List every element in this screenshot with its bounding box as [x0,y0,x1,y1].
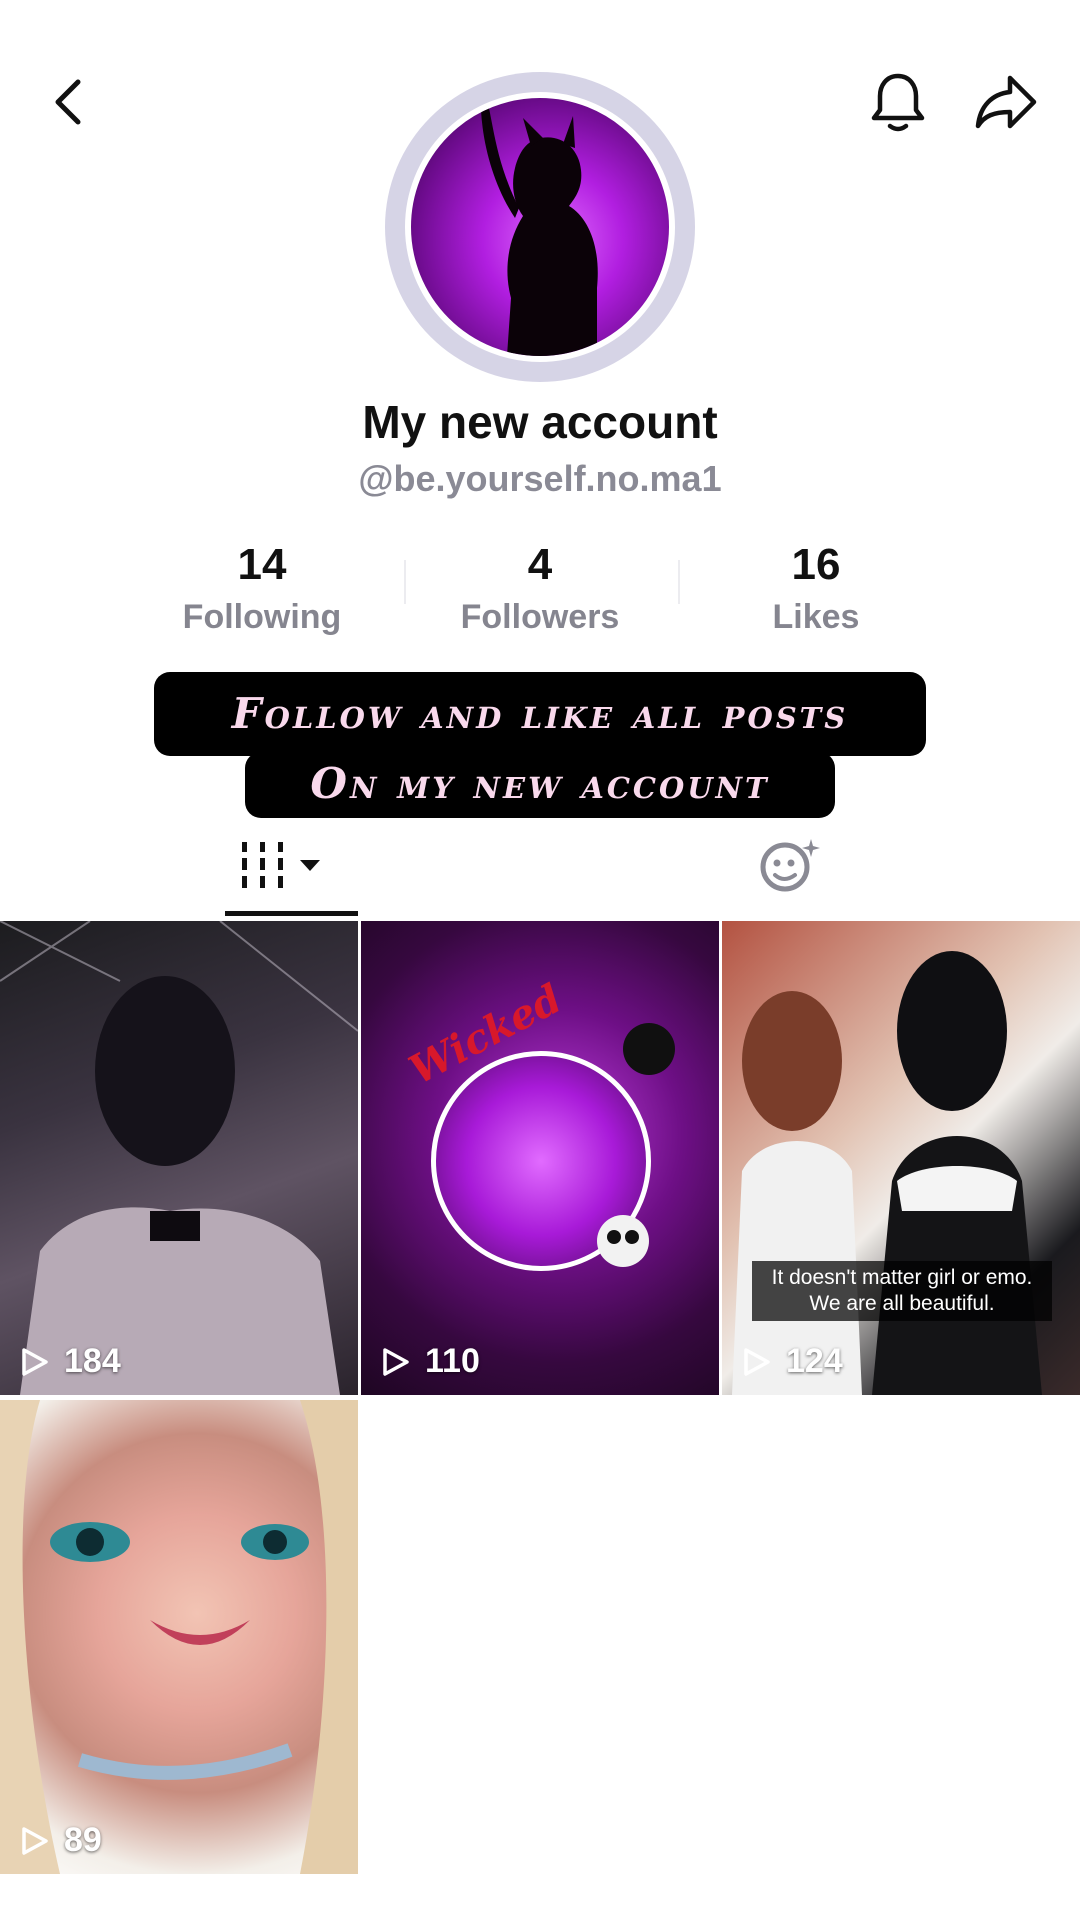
followers-count: 4 [527,540,553,589]
thumbnail-image [0,921,358,1395]
following-count: 14 [237,540,287,589]
video-thumbnail[interactable]: It doesn't matter girl or emo. We are al… [722,921,1080,1395]
view-count-text: 89 [64,1821,102,1859]
thumbnail-image [0,1400,358,1874]
video-thumbnail[interactable]: 89 [0,1400,358,1874]
thumbnail-caption: It doesn't matter girl or emo. We are al… [752,1261,1052,1321]
video-thumbnail[interactable]: Wicked 110 [361,921,719,1395]
view-count-text: 184 [64,1342,121,1380]
overlay-caption-line-2: On my new account [245,752,835,818]
view-count: 124 [740,1342,843,1381]
profile-page: My new account @be.yourself.no.ma1 14 Fo… [0,0,1080,1920]
likes-stat[interactable]: 16 Likes [696,540,936,640]
avatar[interactable] [405,92,675,362]
view-count: 110 [379,1342,480,1381]
likes-count: 16 [791,540,841,589]
likes-label: Likes [772,598,860,636]
play-icon [22,1826,48,1855]
face-sparkle-icon [760,839,820,892]
following-label: Following [182,598,342,636]
display-name: My new account [362,396,718,448]
notifications-button[interactable] [858,62,938,142]
view-count: 89 [18,1821,102,1860]
tab-liked[interactable] [740,830,840,900]
thumbnail-image [732,951,1042,1395]
followers-label: Followers [460,598,620,636]
avatar-ring[interactable] [385,72,695,382]
active-tab-indicator [225,911,358,916]
following-stat[interactable]: 14 Following [142,540,382,640]
play-icon [383,1347,409,1376]
share-button[interactable] [966,62,1046,142]
view-count-text: 110 [425,1342,480,1380]
overlay-caption-line-1: Follow and like all posts [154,672,926,756]
view-count: 184 [18,1342,121,1381]
skull-sticker-image [597,1023,675,1267]
play-icon [744,1347,770,1376]
stat-divider [678,560,680,604]
back-button[interactable] [30,62,110,142]
avatar-silhouette-image [481,108,598,356]
username-handle: @be.yourself.no.ma1 [358,458,722,499]
grid-filter-icon [242,842,320,888]
followers-stat[interactable]: 4 Followers [420,540,660,640]
chevron-left-icon [55,79,81,125]
share-arrow-icon [975,75,1037,129]
stat-divider [404,560,406,604]
video-thumbnail[interactable]: 184 [0,921,358,1395]
play-icon [22,1347,48,1376]
view-count-text: 124 [786,1342,843,1380]
bell-icon [871,73,925,132]
tab-videos[interactable] [225,830,345,900]
